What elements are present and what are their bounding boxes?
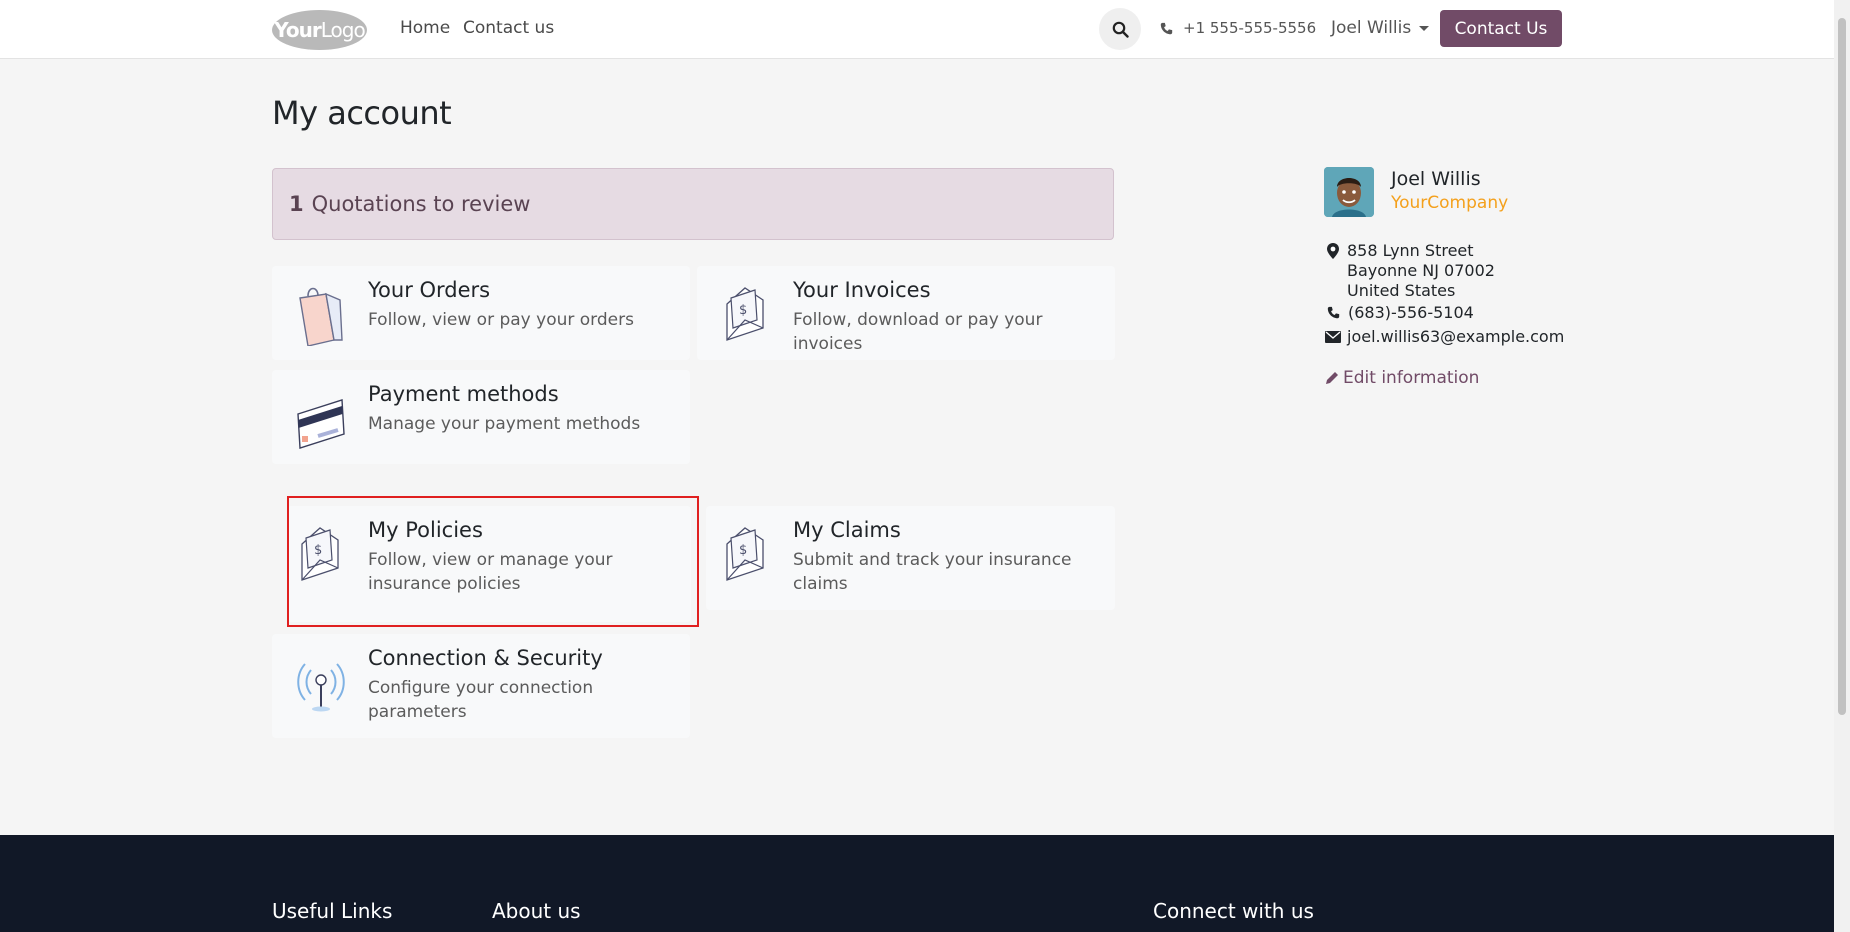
logo-text-your: Your: [274, 18, 321, 42]
footer-heading-connect: Connect with us: [1153, 899, 1314, 923]
user-menu-name: Joel Willis: [1331, 18, 1412, 38]
address-line: 858 Lynn Street: [1347, 241, 1474, 260]
card-your-orders[interactable]: Your Orders Follow, view or pay your ord…: [272, 266, 690, 360]
profile-email-address: joel.willis63@example.com: [1347, 327, 1565, 346]
map-marker-icon: [1327, 243, 1339, 259]
quotations-count: 1: [289, 192, 304, 216]
profile-address: 858 Lynn Street Bayonne NJ 07002 United …: [1347, 241, 1495, 301]
phone-icon: [1327, 306, 1340, 319]
card-description: Submit and track your insurance claims: [793, 550, 1072, 594]
quotations-text: Quotations to review: [311, 192, 531, 216]
profile-name: Joel Willis: [1391, 168, 1481, 190]
header-phone-number: +1 555-555-5556: [1183, 19, 1317, 37]
scrollbar-thumb[interactable]: [1838, 18, 1846, 715]
card-title: Your Orders: [368, 278, 491, 302]
phone-icon: [1160, 22, 1173, 34]
page-title: My account: [272, 94, 452, 132]
quotations-alert[interactable]: 1 Quotations to review: [272, 168, 1114, 240]
card-description: Follow, view or pay your orders: [368, 310, 634, 330]
envelope-icon: [1325, 330, 1341, 343]
card-title: Connection & Security: [368, 646, 603, 670]
svg-text:$: $: [739, 543, 747, 558]
header-phone[interactable]: +1 555-555-5556: [1160, 19, 1316, 37]
logo-text-logo: Logo: [320, 18, 366, 42]
profile-phone-number: (683)-556-5104: [1348, 303, 1474, 322]
card-my-claims[interactable]: $ My Claims Submit and track your insura…: [706, 506, 1115, 610]
page-scrollbar[interactable]: [1834, 0, 1850, 932]
card-title: Your Invoices: [793, 278, 931, 302]
site-header: Your Logo Home Contact us +1 555-555-5556…: [0, 0, 1834, 59]
card-title: My Claims: [793, 518, 901, 542]
profile-email: joel.willis63@example.com: [1325, 327, 1564, 346]
antenna-icon: [297, 663, 345, 712]
nav-contact-link[interactable]: Contact us: [463, 18, 554, 38]
edit-information-label: Edit information: [1343, 368, 1480, 388]
card-your-invoices[interactable]: $ Your Invoices Follow, download or pay …: [697, 266, 1115, 360]
footer-heading-about-us: About us: [492, 899, 581, 923]
credit-card-icon: [297, 399, 345, 449]
chevron-down-icon: [1419, 25, 1430, 31]
card-title: Payment methods: [368, 382, 559, 406]
profile-company: YourCompany: [1391, 193, 1509, 213]
profile-phone: (683)-556-5104: [1327, 303, 1474, 322]
svg-text:$: $: [739, 303, 747, 318]
invoice-envelope-icon: $: [726, 287, 764, 341]
card-connection-security[interactable]: Connection & Security Configure your con…: [272, 634, 690, 738]
edit-information-link[interactable]: Edit information: [1325, 368, 1479, 388]
pencil-icon: [1326, 372, 1338, 384]
card-description: Manage your payment methods: [368, 414, 641, 434]
invoice-envelope-icon: $: [726, 527, 764, 581]
user-menu-dropdown[interactable]: Joel Willis: [1331, 18, 1430, 38]
address-line: United States: [1347, 281, 1456, 300]
card-description: Configure your connection parameters: [368, 678, 594, 722]
search-button[interactable]: [1099, 8, 1141, 50]
selection-highlight: [287, 496, 699, 627]
card-payment-methods[interactable]: Payment methods Manage your payment meth…: [272, 370, 690, 464]
shopping-bag-icon: [299, 287, 343, 346]
avatar-image: [1324, 167, 1374, 217]
avatar: [1324, 167, 1374, 217]
contact-us-button[interactable]: Contact Us: [1440, 10, 1562, 47]
card-description: Follow, download or pay your invoices: [793, 310, 1043, 354]
site-footer: Useful Links About us Connect with us: [0, 835, 1834, 932]
footer-heading-useful-links: Useful Links: [272, 899, 393, 923]
address-line: Bayonne NJ 07002: [1347, 261, 1495, 280]
nav-home-link[interactable]: Home: [400, 18, 450, 38]
site-logo[interactable]: Your Logo: [272, 10, 367, 50]
search-icon: [1112, 21, 1129, 38]
